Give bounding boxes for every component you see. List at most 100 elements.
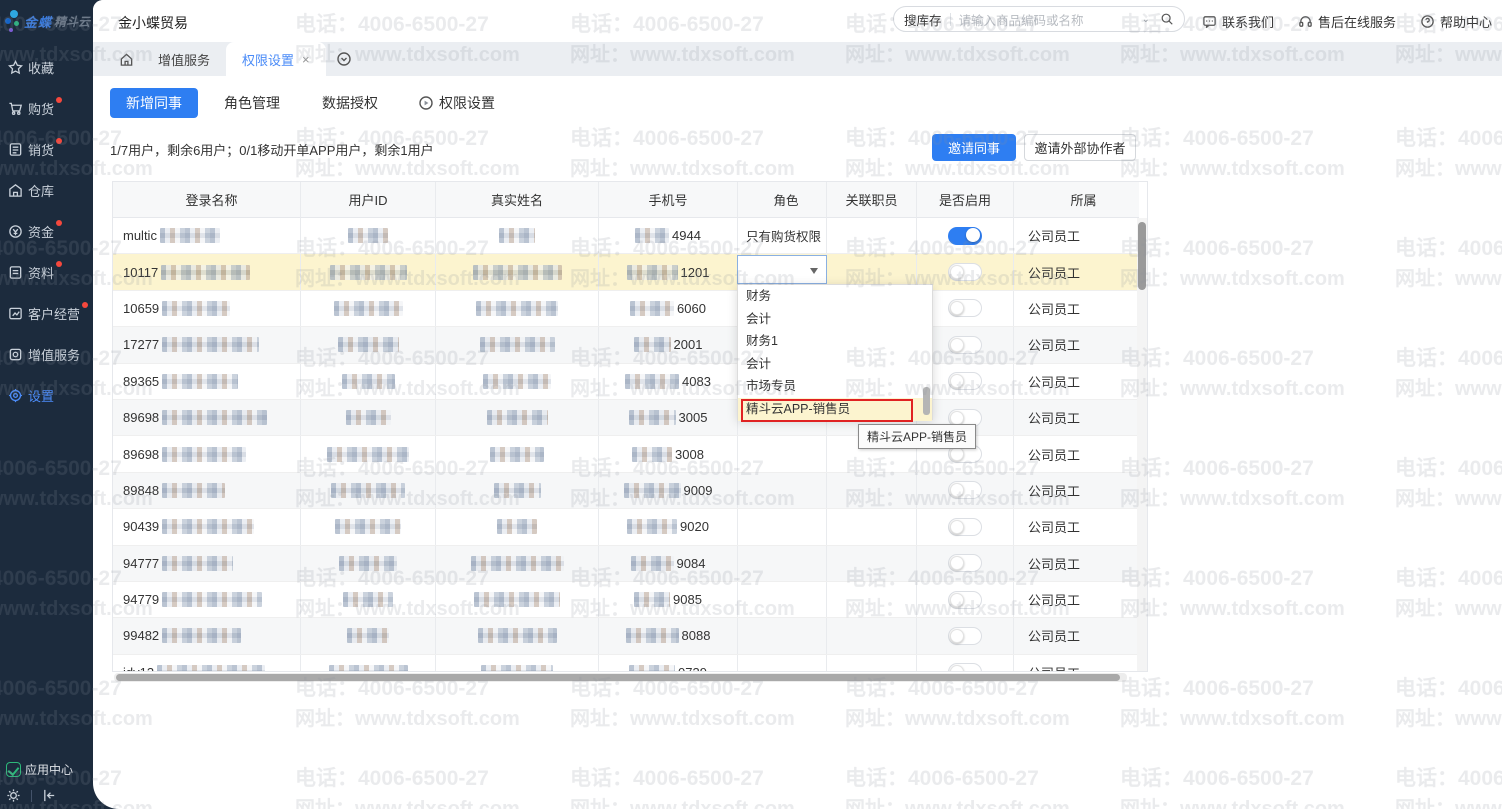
dropdown-option[interactable]: 财务1: [738, 330, 932, 353]
table-row[interactable]: 893654083公司员工: [113, 364, 1139, 400]
tab-list-dropdown-button[interactable]: [326, 42, 362, 76]
table-row[interactable]: 947799085公司员工: [113, 582, 1139, 618]
real-name-cell: [436, 546, 599, 581]
enable-toggle[interactable]: [948, 518, 982, 536]
table-row[interactable]: multic4944只有购货权限公司员工: [113, 218, 1139, 254]
collapse-sidebar-icon[interactable]: [42, 788, 57, 803]
dropdown-option[interactable]: 市场专员: [738, 375, 932, 398]
app-center-button[interactable]: 应用中心: [6, 761, 93, 778]
pixelated-text: [162, 301, 230, 316]
phone-suffix: 3005: [679, 410, 708, 425]
sidebar-item-value-added[interactable]: 增值服务: [0, 334, 93, 375]
enable-toggle[interactable]: [948, 481, 982, 499]
toggle-knob: [950, 265, 964, 279]
table-row[interactable]: 898489009公司员工: [113, 473, 1139, 509]
dropdown-option[interactable]: 会计: [738, 353, 932, 376]
table-row[interactable]: 896983008公司员工: [113, 436, 1139, 472]
enable-toggle[interactable]: [948, 372, 982, 390]
table-row[interactable]: 994828088公司员工: [113, 618, 1139, 654]
enable-toggle[interactable]: [948, 663, 982, 672]
table-row[interactable]: 101171201公司员工: [113, 254, 1139, 290]
enable-toggle[interactable]: [948, 263, 982, 281]
table-row[interactable]: 896983005公司员工: [113, 400, 1139, 436]
sidebar-item-favorites[interactable]: 收藏: [0, 47, 93, 88]
after-sales-service-link[interactable]: 售后在线服务: [1298, 12, 1396, 31]
money-icon: [8, 224, 23, 239]
phone-cell: 3005: [599, 400, 738, 435]
enable-toggle[interactable]: [948, 554, 982, 572]
sidebar-item-sales[interactable]: 销货: [0, 129, 93, 170]
tab-strip: 增值服务 权限设置 ×: [93, 42, 1502, 76]
enable-toggle[interactable]: [948, 627, 982, 645]
dropdown-option[interactable]: 会计: [738, 308, 932, 331]
pixelated-text: [162, 519, 254, 534]
login-prefix: 89848: [123, 483, 159, 498]
invite-external-collaborator-button[interactable]: 邀请外部协作者: [1024, 134, 1136, 161]
horizontal-scrollbar-thumb[interactable]: [116, 674, 1120, 681]
enable-toggle[interactable]: [948, 336, 982, 354]
subtab-permission-settings[interactable]: 权限设置: [418, 93, 495, 113]
file-icon: [8, 265, 23, 280]
dropdown-option[interactable]: 财务: [738, 285, 932, 308]
notification-dot: [56, 138, 62, 144]
sidebar-item-funds[interactable]: 资金: [0, 211, 93, 252]
dropdown-option[interactable]: 精斗云APP-销售员: [738, 398, 932, 421]
invite-colleague-button[interactable]: 邀请同事: [932, 134, 1016, 161]
search-scope-label[interactable]: 搜库存: [904, 10, 942, 29]
real-name-cell: [436, 364, 599, 399]
real-name-cell: [436, 218, 599, 253]
pixelated-text: [631, 556, 674, 571]
toggle-knob: [950, 447, 964, 461]
table-row[interactable]: 947779084公司员工: [113, 546, 1139, 582]
table-row[interactable]: 904399020公司员工: [113, 509, 1139, 545]
pixelated-text: [634, 592, 670, 607]
contact-us-link[interactable]: 联系我们: [1202, 12, 1274, 31]
apps-icon: [8, 347, 23, 362]
home-tab-button[interactable]: [111, 42, 142, 76]
pixelated-text: [160, 228, 220, 243]
enabled-cell: [917, 582, 1014, 617]
pixelated-text: [162, 556, 233, 571]
login-name-cell: 89698: [113, 400, 301, 435]
user-id-cell: [301, 364, 436, 399]
pixelated-text: [497, 519, 537, 534]
inventory-search-input[interactable]: 搜库存 请输入商品编码或名称 ⌄: [893, 6, 1185, 32]
subtab-data-authorization[interactable]: 数据授权: [306, 88, 394, 118]
chevron-down-icon[interactable]: ⌄: [1142, 14, 1150, 25]
department-cell: 公司员工: [1014, 509, 1139, 544]
phone-cell: 3008: [599, 436, 738, 471]
user-id-cell: [301, 291, 436, 326]
enable-toggle[interactable]: [948, 299, 982, 317]
pixelated-text: [162, 628, 241, 643]
sidebar-item-settings[interactable]: 设置: [0, 375, 93, 416]
real-name-cell: [436, 509, 599, 544]
table-row[interactable]: 172772001公司员工: [113, 327, 1139, 363]
horizontal-scrollbar[interactable]: [114, 673, 1127, 682]
sidebar-item-data[interactable]: 资料: [0, 252, 93, 293]
table-row[interactable]: 106596060公司员工: [113, 291, 1139, 327]
table-row[interactable]: idv130739公司员工: [113, 655, 1139, 672]
sidebar-item-customer[interactable]: 客户经营: [0, 293, 93, 334]
pixelated-text: [338, 337, 399, 352]
tab-value-added-services[interactable]: 增值服务: [142, 42, 226, 76]
dropdown-scrollbar-thumb[interactable]: [923, 387, 930, 415]
phone-cell: 2001: [599, 327, 738, 362]
pixelated-text: [162, 374, 238, 389]
help-center-link[interactable]: 帮助中心: [1420, 12, 1492, 31]
sidebar-item-warehouse[interactable]: 仓库: [0, 170, 93, 211]
sidebar-item-purchase[interactable]: 购货: [0, 88, 93, 129]
subtab-role-management[interactable]: 角色管理: [208, 88, 296, 118]
tab-permission-settings[interactable]: 权限设置 ×: [226, 42, 326, 76]
theme-icon[interactable]: [6, 788, 21, 803]
search-icon[interactable]: [1160, 12, 1174, 26]
pixelated-text: [481, 665, 553, 672]
role-select[interactable]: [737, 255, 827, 284]
user-id-cell: [301, 618, 436, 653]
enable-toggle[interactable]: [948, 591, 982, 609]
subtab-add-colleague[interactable]: 新增同事: [110, 88, 198, 118]
vertical-scrollbar[interactable]: [1137, 218, 1147, 671]
vertical-scrollbar-thumb[interactable]: [1138, 222, 1146, 290]
enable-toggle[interactable]: [948, 227, 982, 245]
close-tab-icon[interactable]: ×: [302, 52, 310, 67]
pixelated-text: [480, 337, 555, 352]
